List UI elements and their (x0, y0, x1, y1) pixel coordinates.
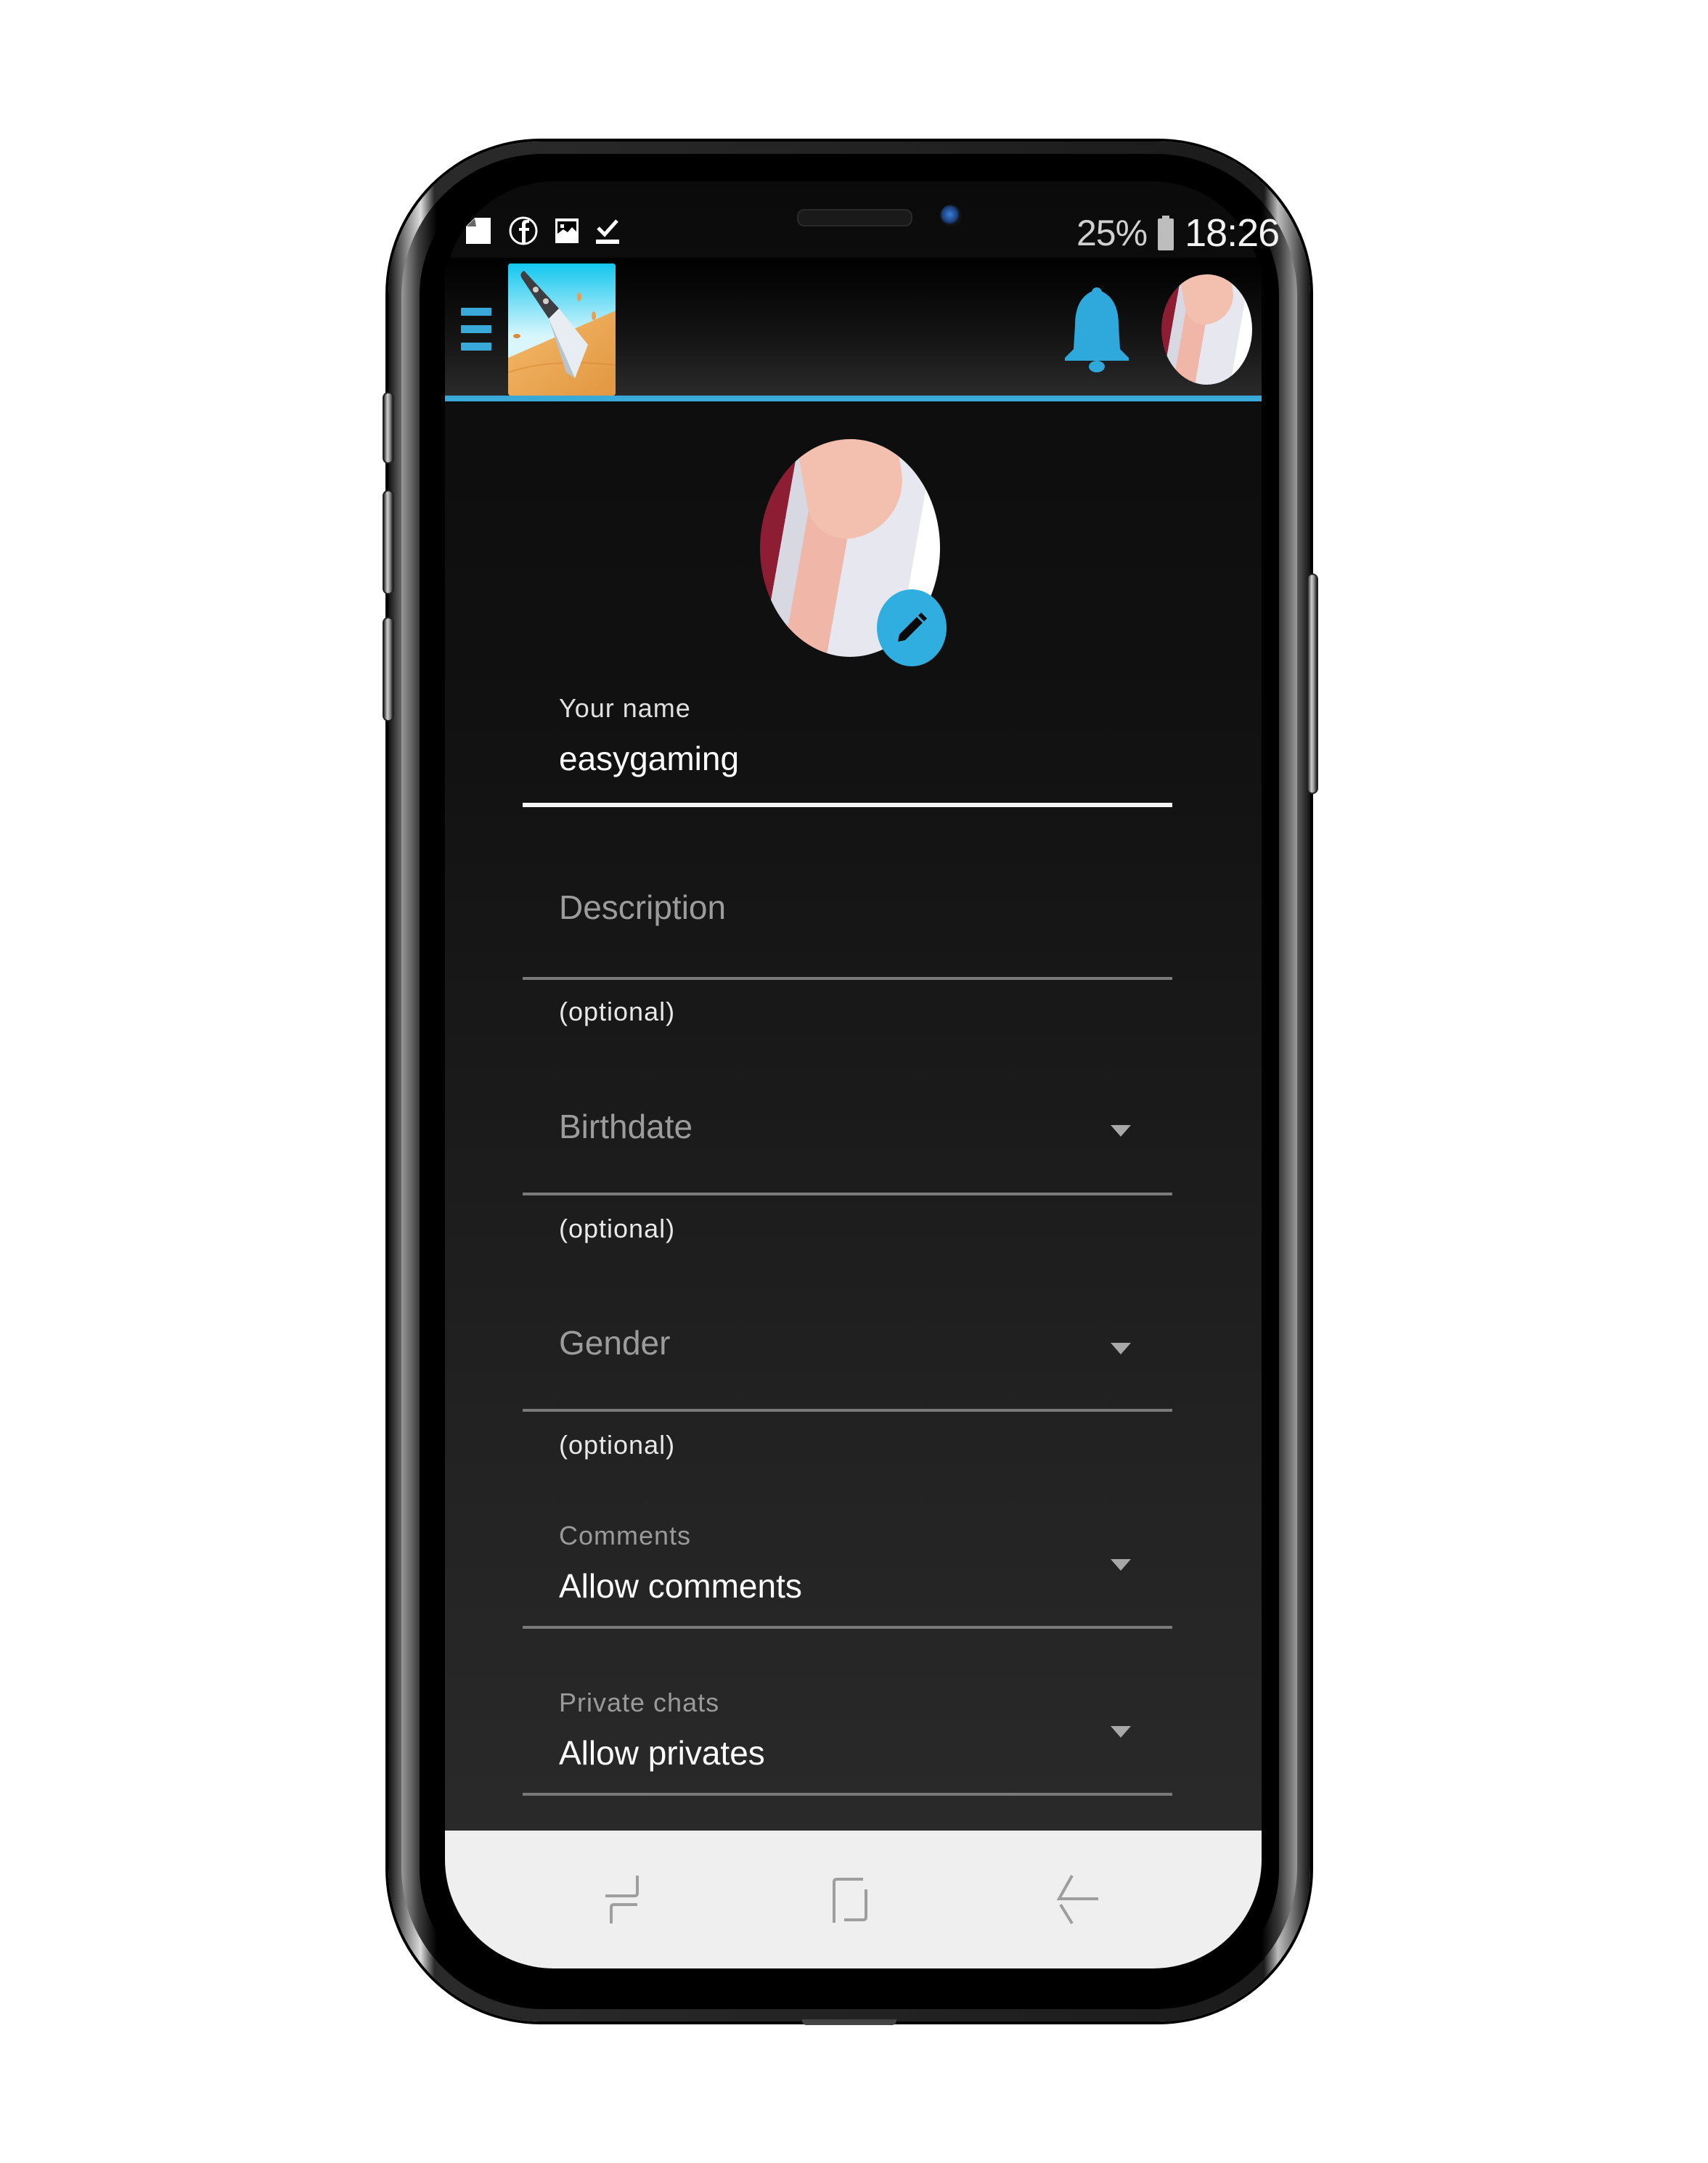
status-bar-left (465, 215, 620, 247)
name-field-label: Your name (559, 693, 691, 723)
download-done-icon (596, 219, 619, 244)
sim-card-icon (466, 218, 491, 244)
bottom-port (802, 2019, 896, 2025)
bell-icon[interactable] (1063, 285, 1130, 374)
pencil-icon (898, 613, 927, 642)
battery-icon (1158, 216, 1174, 250)
comments-field-underline (523, 1626, 1172, 1629)
front-camera (940, 205, 962, 226)
private-chats-field-underline (523, 1793, 1172, 1796)
earpiece-speaker (797, 209, 912, 226)
name-input[interactable]: easygaming (559, 739, 1169, 778)
side-button-power (1307, 573, 1318, 794)
comments-dropdown-arrow-icon[interactable] (1111, 1559, 1131, 1571)
comments-select[interactable]: Allow comments (559, 1566, 1169, 1606)
gender-field-underline (523, 1409, 1172, 1412)
hamburger-menu-icon[interactable] (461, 308, 491, 360)
edit-photo-button[interactable] (877, 589, 947, 666)
knife-game-app-icon[interactable] (508, 263, 616, 396)
description-helper-text: (optional) (559, 997, 676, 1026)
clock: 18:26 (1185, 211, 1280, 255)
side-button-bixby (383, 392, 394, 464)
facebook-icon (509, 216, 538, 245)
app-bar-accent-line (445, 396, 1262, 401)
status-bar-right: 25% 18:26 (1076, 211, 1280, 255)
private-chats-select[interactable]: Allow privates (559, 1733, 1169, 1772)
birthdate-field-underline (523, 1193, 1172, 1195)
name-field-underline (523, 803, 1172, 807)
comments-select-label: Comments (559, 1521, 692, 1550)
back-icon[interactable] (1056, 1874, 1100, 1925)
battery-percent: 25% (1076, 213, 1148, 253)
user-avatar[interactable] (1161, 274, 1252, 385)
gender-dropdown-arrow-icon[interactable] (1111, 1343, 1131, 1354)
gender-helper-text: (optional) (559, 1430, 676, 1460)
description-input[interactable]: Description (559, 888, 1169, 927)
gender-select[interactable]: Gender (559, 1323, 1169, 1362)
private-chats-select-label: Private chats (559, 1688, 720, 1717)
birthdate-dropdown-arrow-icon[interactable] (1111, 1125, 1131, 1137)
side-button-volume-down (383, 617, 394, 721)
private-chats-dropdown-arrow-icon[interactable] (1111, 1726, 1131, 1738)
birthdate-select[interactable]: Birthdate (559, 1107, 1169, 1146)
description-field-underline (523, 977, 1172, 980)
side-button-volume-up (383, 490, 394, 594)
recent-apps-icon[interactable] (602, 1874, 646, 1925)
home-icon[interactable] (830, 1876, 870, 1924)
birthdate-helper-text: (optional) (559, 1214, 676, 1243)
image-icon (555, 218, 579, 243)
